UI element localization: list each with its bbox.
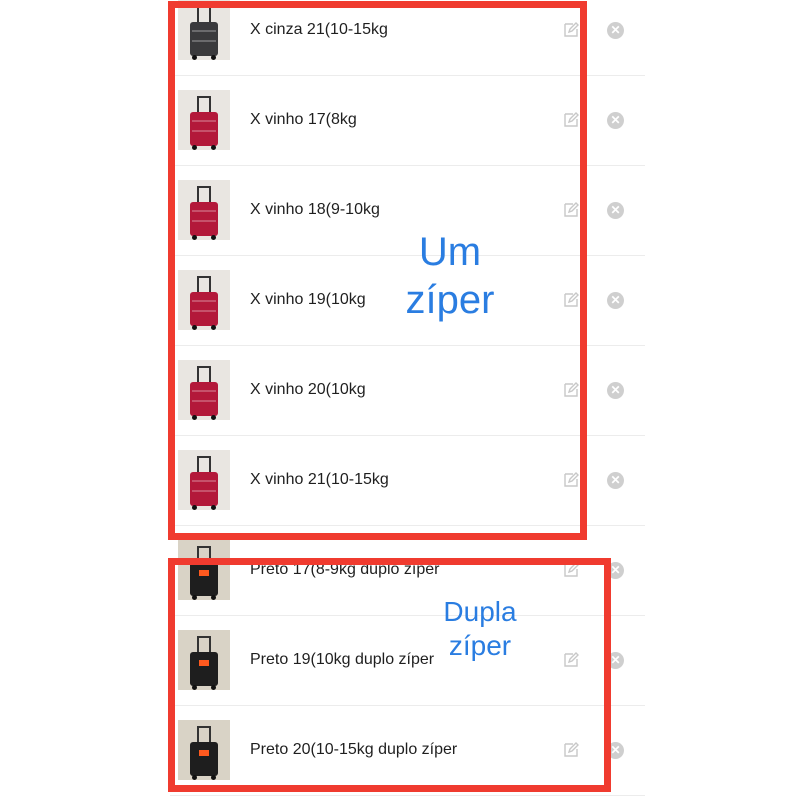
single-zipper-note-line1: Um <box>418 230 482 274</box>
double-zipper-note-line1: Dupla <box>443 596 517 627</box>
single-zipper-frame <box>168 1 587 540</box>
remove-icon[interactable]: ✕ <box>607 202 624 219</box>
remove-icon[interactable]: ✕ <box>607 112 624 129</box>
single-zipper-note: Um zíper <box>395 232 505 320</box>
remove-icon[interactable]: ✕ <box>607 382 624 399</box>
double-zipper-note: Dupla zíper <box>425 598 535 660</box>
remove-icon[interactable]: ✕ <box>607 292 624 309</box>
double-zipper-note-line2: zíper <box>448 630 512 661</box>
single-zipper-note-line2: zíper <box>405 278 495 322</box>
double-zipper-frame <box>168 558 611 792</box>
remove-icon[interactable]: ✕ <box>607 22 624 39</box>
remove-icon[interactable]: ✕ <box>607 472 624 489</box>
